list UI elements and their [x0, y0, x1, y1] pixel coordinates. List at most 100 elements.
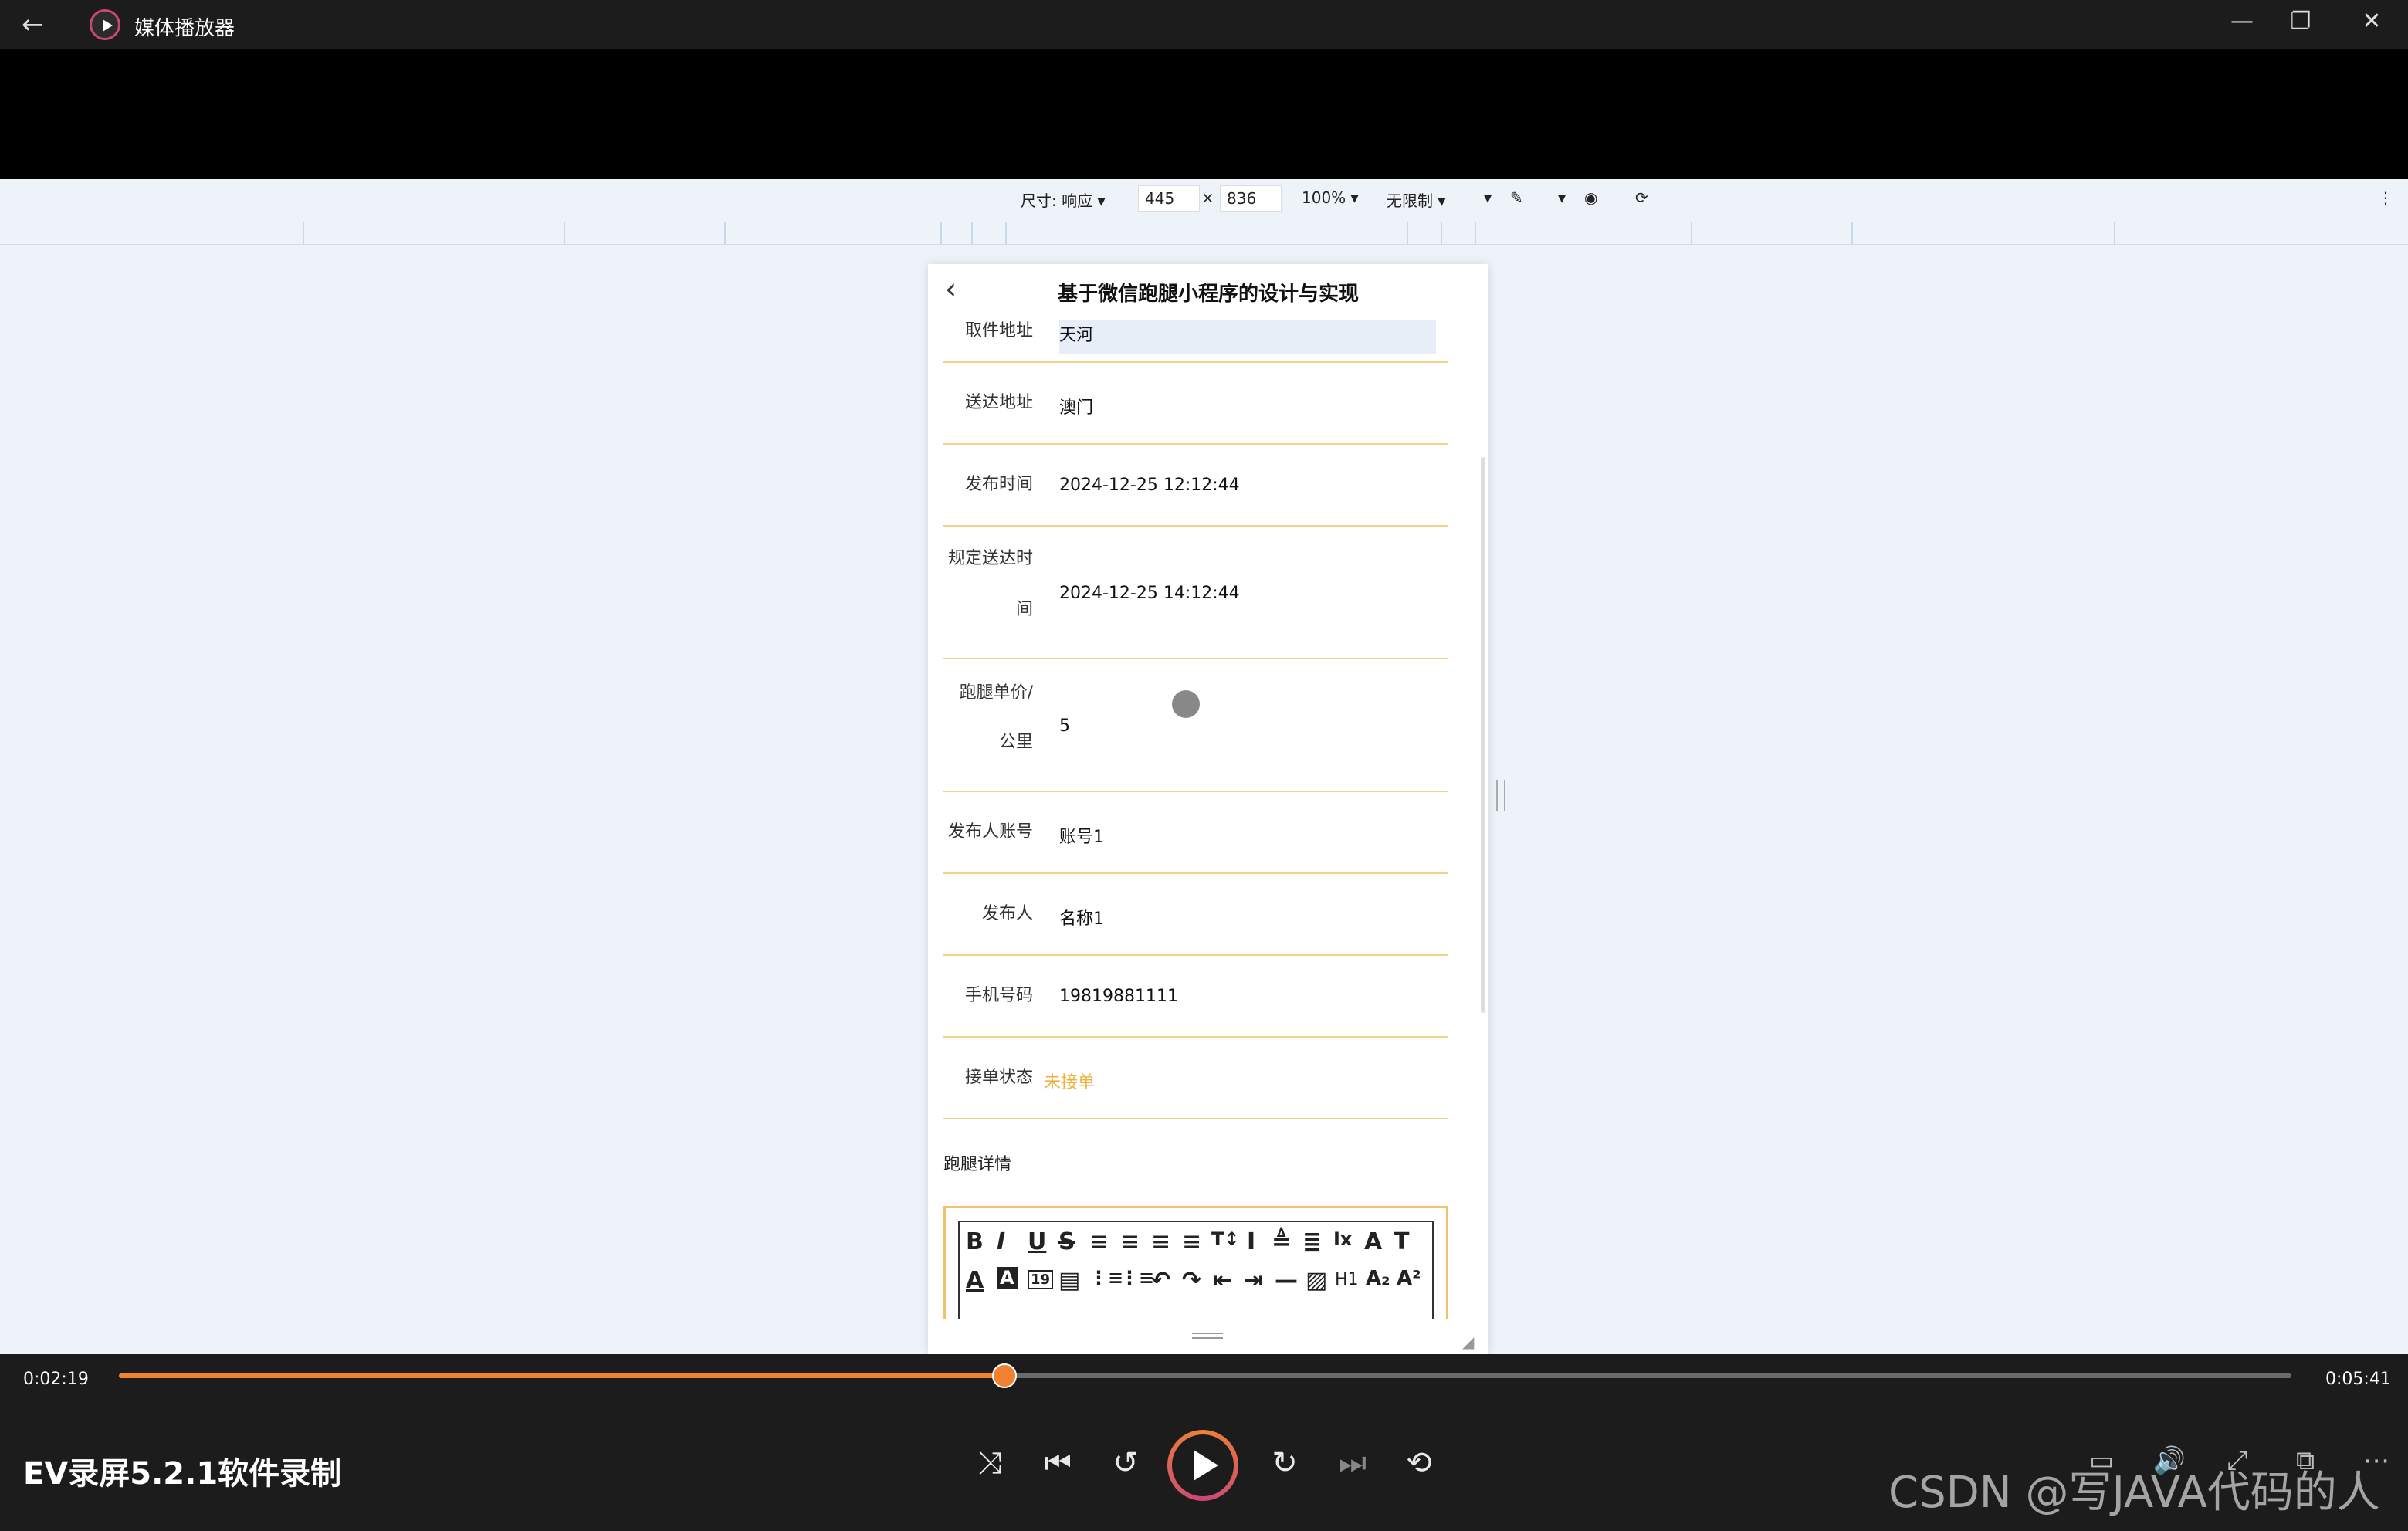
height-input[interactable]: 836 — [1220, 185, 1282, 212]
form-row-order-status: 接单状态 未接单 — [943, 1038, 1448, 1119]
indent-icon[interactable]: ⇥ — [1244, 1267, 1263, 1294]
calendar-icon[interactable]: 19 — [1028, 1270, 1054, 1289]
underline-icon[interactable]: U — [1028, 1228, 1046, 1255]
clear-format-icon[interactable]: Ix — [1333, 1228, 1352, 1250]
close-button[interactable]: ✕ — [2356, 8, 2387, 35]
line-height-icon[interactable]: T↕ — [1211, 1228, 1239, 1250]
dimensions-dropdown[interactable]: 尺寸: 响应 ▾ — [1021, 188, 1106, 211]
undo-icon[interactable]: ↶ — [1151, 1267, 1170, 1294]
form-row-deadline: 规定送达时 间 2024-12-25 14:12:44 — [943, 527, 1448, 659]
title-bar: ← 媒体播放器 — ❐ ✕ — [0, 0, 2408, 49]
scrollbar[interactable] — [1481, 457, 1485, 1013]
field-label-line2: 间 — [1015, 600, 1033, 619]
heading-icon[interactable]: H1 — [1335, 1270, 1359, 1289]
repeat-icon[interactable]: ⟲ — [1397, 1445, 1441, 1481]
resize-corner-icon[interactable]: ◢ — [1462, 1333, 1474, 1351]
details-label: 跑腿详情 — [943, 1155, 1012, 1174]
form-row-delivery: 送达地址 澳门 — [943, 363, 1448, 445]
maximize-button[interactable]: ❐ — [2285, 8, 2316, 35]
width-input[interactable]: 445 — [1138, 185, 1200, 212]
image-icon[interactable]: ▨ — [1306, 1267, 1327, 1294]
field-label-line1: 跑腿单价/ — [959, 683, 1033, 703]
strikethrough-icon[interactable]: S — [1058, 1228, 1075, 1255]
device-toolbar: 尺寸: 响应 ▾ 445 × 836 100% ▾ 无限制 ▾ ▾ ✎ ▾ ◉ … — [0, 179, 2408, 223]
shuffle-icon[interactable]: ⤨ — [968, 1445, 1011, 1481]
italic-icon[interactable]: I — [997, 1228, 1005, 1255]
eyedropper-icon[interactable]: ✎ — [1510, 188, 1523, 207]
next-icon[interactable]: ⏭ — [1331, 1445, 1374, 1481]
margin-top-icon[interactable]: ≜ — [1272, 1228, 1291, 1255]
field-value: 账号1 — [1059, 828, 1104, 847]
rewind-10-icon[interactable]: ↺ — [1104, 1445, 1147, 1481]
watermark: CSDN @写JAVA代码的人 — [1888, 1468, 2380, 1518]
app-title: 媒体播放器 — [134, 17, 235, 40]
bold-icon[interactable]: B — [966, 1228, 984, 1255]
field-value: 名称1 — [1059, 909, 1104, 929]
previous-icon[interactable]: ⏮ — [1036, 1445, 1079, 1481]
form-row-phone: 手机号码 19819881111 — [943, 956, 1448, 1038]
ordered-list-icon[interactable]: ⋮≡ — [1089, 1267, 1123, 1289]
phone-viewport: ‹ 基于微信跑腿小程序的设计与实现 取件地址 天河 送达地址 澳门 发布时间 2… — [928, 264, 1488, 1354]
play-button[interactable] — [1167, 1430, 1238, 1501]
text-size-icon[interactable]: T — [1394, 1228, 1409, 1255]
field-label-line2: 公里 — [998, 733, 1033, 752]
form-row-pickup: 取件地址 天河 — [943, 320, 1448, 363]
form-row-unit-price: 跑腿单价/ 公里 5 — [943, 659, 1448, 792]
redo-icon[interactable]: ↷ — [1182, 1267, 1201, 1294]
subscript-icon[interactable]: A₂ — [1366, 1267, 1390, 1290]
field-label: 取件地址 — [964, 321, 1033, 340]
cursor-indicator — [1172, 690, 1200, 718]
more-options-dropdown-icon[interactable]: ▾ — [1484, 188, 1492, 207]
status-badge: 未接单 — [1044, 1073, 1096, 1092]
throttle-dropdown[interactable]: 无限制 ▾ — [1387, 188, 1445, 211]
media-player-app-icon — [90, 9, 120, 40]
superscript-icon[interactable]: A² — [1397, 1267, 1421, 1290]
form-row-publisher-account: 发布人账号 账号1 — [943, 792, 1448, 874]
align-right-icon[interactable]: ≡ — [1151, 1228, 1170, 1255]
font-color-icon[interactable]: A — [966, 1267, 984, 1294]
media-title: EV录屏5.2.1软件录制 — [23, 1456, 342, 1492]
background-color-icon[interactable]: A — [997, 1267, 1018, 1289]
rotate-icon[interactable]: ⟳ — [1635, 188, 1648, 207]
form-row-publisher: 发布人 名称1 — [943, 874, 1448, 956]
align-center-icon[interactable]: ≡ — [1120, 1228, 1140, 1255]
field-value: 5 — [1059, 716, 1070, 736]
field-label: 接单状态 — [964, 1068, 1033, 1087]
checklist-icon[interactable]: ▤ — [1058, 1267, 1080, 1294]
outdent-icon[interactable]: ⇤ — [1213, 1267, 1232, 1294]
minimize-button[interactable]: — — [2227, 8, 2257, 35]
font-size-icon[interactable]: A — [1364, 1228, 1382, 1255]
viewport-resize-handle[interactable]: ◢ — [928, 1319, 1488, 1354]
letter-spacing-icon[interactable]: I — [1247, 1228, 1255, 1255]
drag-handle-icon[interactable] — [1192, 1333, 1223, 1339]
pickup-address-field[interactable] — [1059, 320, 1436, 354]
seek-handle[interactable] — [992, 1363, 1017, 1388]
play-icon — [1194, 1450, 1218, 1481]
more-menu-icon[interactable]: ⋮ — [2378, 188, 2393, 207]
page-title: 基于微信跑腿小程序的设计与实现 — [1057, 283, 1359, 306]
detail-form: 取件地址 天河 送达地址 澳门 发布时间 2024-12-25 12:12:44… — [943, 320, 1473, 1200]
field-label: 发布人账号 — [947, 822, 1033, 842]
vision-dropdown-icon[interactable]: ▾ — [1558, 188, 1566, 207]
field-value: 19819881111 — [1059, 987, 1178, 1006]
page-header: ‹ 基于微信跑腿小程序的设计与实现 — [928, 264, 1488, 320]
zoom-dropdown[interactable]: 100% ▾ — [1302, 188, 1359, 207]
media-query-ruler — [0, 222, 2408, 245]
forward-30-icon[interactable]: ↻ — [1263, 1445, 1306, 1481]
form-row-publish-time: 发布时间 2024-12-25 12:12:44 — [943, 445, 1448, 527]
field-label-line1: 规定送达时 — [947, 549, 1033, 568]
field-value: 2024-12-25 12:12:44 — [1059, 476, 1240, 495]
align-left-icon[interactable]: ≡ — [1089, 1228, 1109, 1255]
margin-bottom-icon[interactable]: ≣ — [1302, 1228, 1322, 1255]
side-resize-handle-icon[interactable] — [1496, 780, 1505, 811]
seek-bar-progress — [119, 1373, 1004, 1378]
field-value: 澳门 — [1059, 398, 1094, 418]
bullet-list-icon[interactable]: ⋮≡ — [1120, 1267, 1154, 1289]
align-justify-icon[interactable]: ≡ — [1182, 1228, 1201, 1255]
current-time: 0:02:19 — [23, 1370, 89, 1389]
eye-icon[interactable]: ◉ — [1584, 188, 1597, 207]
field-value: 2024-12-25 14:12:44 — [1059, 584, 1240, 603]
times-sign: × — [1201, 188, 1214, 207]
back-arrow-icon[interactable]: ← — [22, 9, 44, 40]
horizontal-rule-icon[interactable]: — — [1275, 1267, 1298, 1294]
